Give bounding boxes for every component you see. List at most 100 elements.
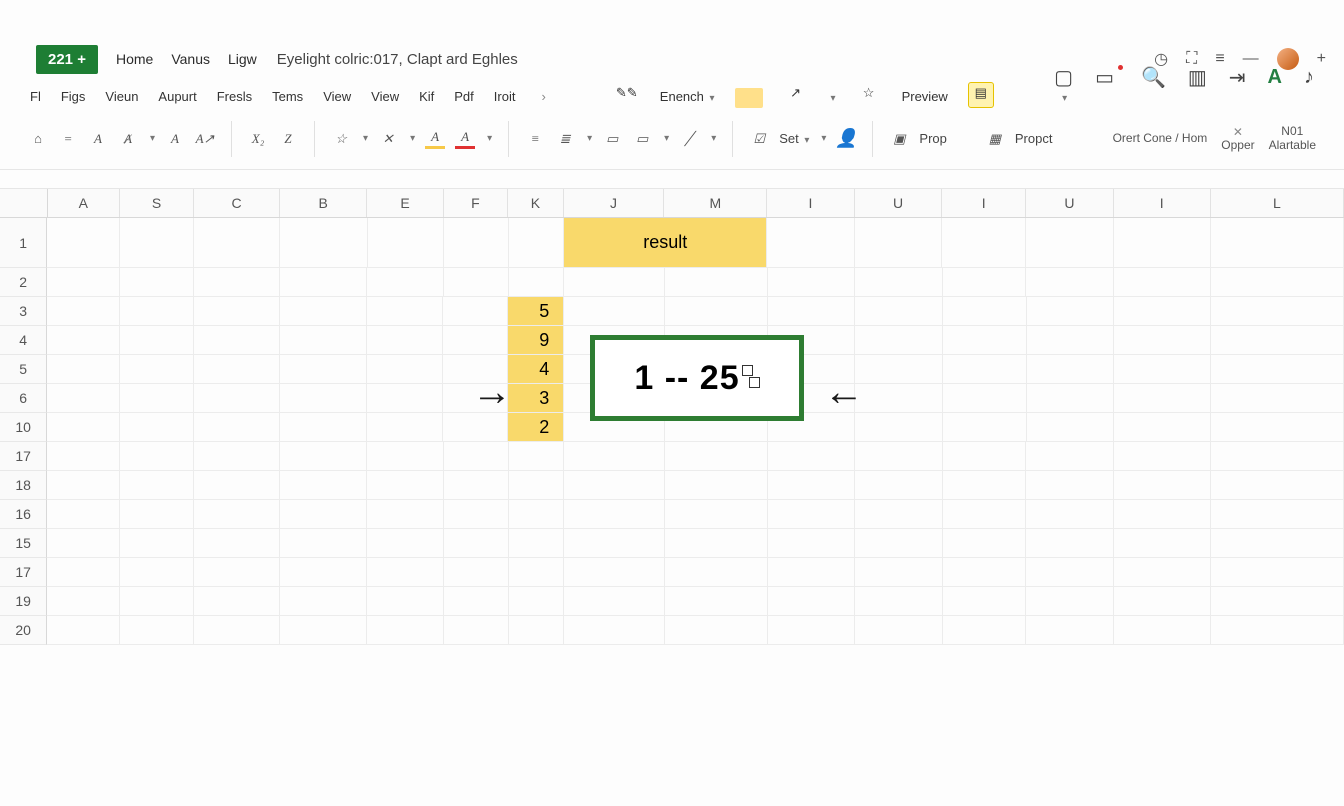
cell[interactable]	[665, 442, 768, 471]
cell[interactable]	[444, 471, 509, 500]
close-small-icon[interactable]: ✕	[1233, 125, 1243, 139]
cell[interactable]	[120, 471, 194, 500]
cell[interactable]	[943, 384, 1027, 413]
cell[interactable]	[1114, 558, 1211, 587]
cell[interactable]	[665, 268, 768, 297]
cell[interactable]	[1114, 218, 1211, 268]
cell[interactable]	[1114, 500, 1211, 529]
cell[interactable]	[280, 471, 368, 500]
cell[interactable]	[1114, 326, 1211, 355]
tab-figs[interactable]: Figs	[61, 89, 86, 108]
align-center-icon[interactable]: ≣	[555, 129, 575, 149]
cell[interactable]	[47, 268, 119, 297]
col-header[interactable]: I	[942, 189, 1026, 217]
document-icon[interactable]: ▤	[968, 82, 994, 108]
tab-tems[interactable]: Tems	[272, 89, 303, 108]
cell[interactable]	[1026, 587, 1114, 616]
cell[interactable]	[1211, 616, 1344, 645]
cell[interactable]	[194, 384, 280, 413]
cell[interactable]	[768, 268, 856, 297]
row-header[interactable]: 16	[0, 500, 47, 529]
value-cell[interactable]: 3	[508, 384, 564, 413]
row-header[interactable]: 5	[0, 355, 47, 384]
set-dropdown[interactable]: Set ▾	[779, 131, 809, 146]
cell[interactable]	[943, 616, 1027, 645]
cell[interactable]	[280, 218, 368, 268]
cell[interactable]	[855, 297, 943, 326]
cell[interactable]	[1211, 442, 1344, 471]
cell[interactable]	[564, 297, 665, 326]
cell[interactable]	[443, 326, 508, 355]
cell[interactable]	[1114, 616, 1211, 645]
tab-view2[interactable]: View	[371, 89, 399, 108]
prop-label[interactable]: Prop	[919, 131, 946, 146]
cell[interactable]	[1026, 268, 1114, 297]
cell[interactable]	[280, 587, 368, 616]
cell[interactable]	[855, 529, 943, 558]
cell[interactable]	[1026, 616, 1114, 645]
cell[interactable]	[564, 558, 665, 587]
cell[interactable]	[509, 268, 564, 297]
tab-iroit[interactable]: Iroit	[494, 89, 516, 108]
cell[interactable]	[47, 500, 119, 529]
cell[interactable]	[120, 413, 194, 442]
select-all-corner[interactable]	[0, 189, 48, 217]
cell[interactable]	[1114, 297, 1211, 326]
cell[interactable]	[943, 413, 1027, 442]
cell[interactable]	[665, 587, 768, 616]
row-header[interactable]: 18	[0, 471, 47, 500]
cell[interactable]	[943, 500, 1027, 529]
cell[interactable]	[1114, 268, 1211, 297]
cell[interactable]	[509, 587, 564, 616]
cell[interactable]	[1026, 558, 1114, 587]
search-icon[interactable]: 🔍	[1141, 67, 1166, 91]
value-cell[interactable]: 5	[508, 297, 564, 326]
cell[interactable]	[855, 326, 943, 355]
cell[interactable]	[367, 355, 443, 384]
menu-home[interactable]: Home	[116, 51, 153, 67]
cell[interactable]	[768, 529, 856, 558]
cell[interactable]	[367, 297, 443, 326]
cell[interactable]	[855, 471, 943, 500]
cell[interactable]	[367, 587, 443, 616]
cell[interactable]	[564, 471, 665, 500]
cell[interactable]	[194, 471, 280, 500]
favorite-icon[interactable]: ☆	[856, 82, 882, 108]
cell[interactable]	[855, 218, 943, 268]
propct-label[interactable]: Propct	[1015, 131, 1053, 146]
cell[interactable]	[509, 442, 564, 471]
row-header[interactable]: 10	[0, 413, 47, 442]
tab-vieun[interactable]: Vieun	[105, 89, 138, 108]
cell[interactable]	[47, 355, 119, 384]
cell[interactable]	[1114, 355, 1211, 384]
cell[interactable]	[943, 442, 1027, 471]
cell[interactable]	[194, 413, 280, 442]
cell[interactable]	[120, 218, 194, 268]
col-header[interactable]: C	[194, 189, 280, 217]
cell[interactable]	[768, 616, 856, 645]
cell[interactable]	[768, 558, 856, 587]
cell[interactable]	[194, 326, 280, 355]
cell[interactable]	[280, 558, 368, 587]
cell[interactable]	[120, 326, 194, 355]
cell[interactable]	[47, 529, 119, 558]
font-color-icon[interactable]: A	[455, 129, 475, 149]
indent-icon[interactable]: ⇥	[1229, 67, 1246, 91]
cell[interactable]	[564, 587, 665, 616]
cell[interactable]	[443, 297, 508, 326]
cell[interactable]	[367, 500, 443, 529]
cell[interactable]	[367, 326, 443, 355]
cell[interactable]	[368, 218, 444, 268]
row-header[interactable]: 15	[0, 529, 47, 558]
equals-icon[interactable]: =	[58, 129, 78, 149]
col-header[interactable]: I	[1114, 189, 1211, 217]
cell[interactable]	[943, 558, 1027, 587]
cell[interactable]	[1211, 384, 1344, 413]
cell[interactable]	[1027, 413, 1115, 442]
cell[interactable]	[943, 268, 1027, 297]
cell[interactable]	[367, 558, 443, 587]
cell[interactable]	[444, 529, 509, 558]
row-header[interactable]: 4	[0, 326, 47, 355]
cell[interactable]	[665, 471, 768, 500]
cell[interactable]	[1211, 326, 1344, 355]
